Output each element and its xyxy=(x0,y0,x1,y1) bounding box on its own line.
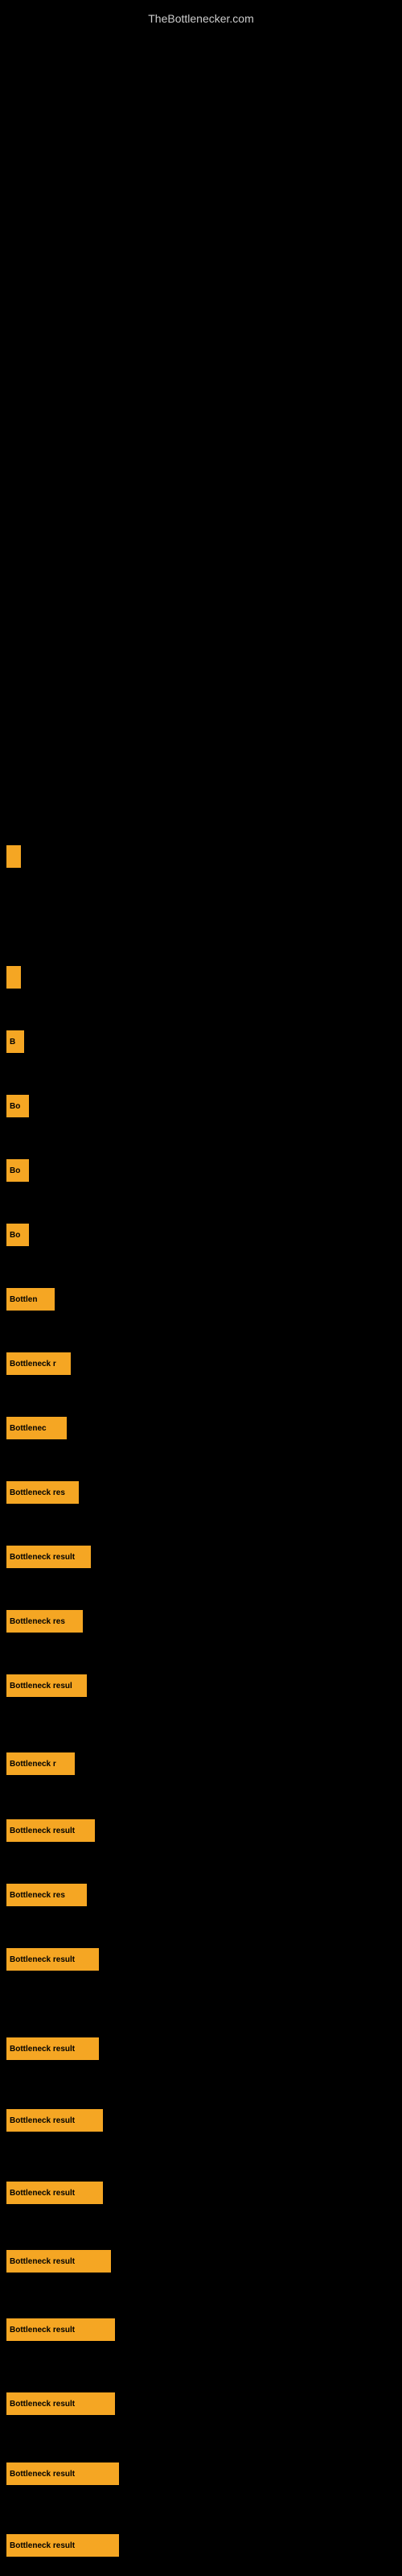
bottleneck-result-label: Bottleneck r xyxy=(10,1360,56,1368)
bottleneck-result-label: Bottleneck res xyxy=(10,1891,65,1900)
bottleneck-result-bar: Bottleneck result xyxy=(6,2534,119,2557)
bottleneck-result-label: Bottleneck result xyxy=(10,2541,75,2550)
bottleneck-result-label: Bottleneck result xyxy=(10,2326,75,2334)
bottleneck-result-label: Bottleneck result xyxy=(10,2045,75,2054)
bottleneck-result-bar: Bottleneck result xyxy=(6,1546,91,1568)
bottleneck-result-label: Bottleneck result xyxy=(10,2470,75,2479)
bottleneck-result-label: Bottleneck result xyxy=(10,2189,75,2198)
bottleneck-result-label: Bottleneck r xyxy=(10,1760,56,1769)
bottleneck-result-bar: Bottleneck result xyxy=(6,1948,99,1971)
bottleneck-result-label: Bo xyxy=(10,1102,20,1111)
bottleneck-result-label: Bo xyxy=(10,1166,20,1175)
bottleneck-result-label: Bottleneck res xyxy=(10,1617,65,1626)
bottleneck-result-label: Bo xyxy=(10,1231,20,1240)
bottleneck-result-label: Bottleneck result xyxy=(10,2400,75,2409)
bottleneck-result-bar: Bottleneck result xyxy=(6,2392,115,2415)
bottleneck-result-bar: Bottleneck result xyxy=(6,2037,99,2060)
bottleneck-result-bar: Bo xyxy=(6,1224,29,1246)
bottleneck-result-bar: Bottlen xyxy=(6,1288,55,1311)
bottleneck-result-bar: Bottleneck result xyxy=(6,2250,111,2273)
bottleneck-result-bar: Bottleneck res xyxy=(6,1610,83,1633)
bottleneck-result-bar: Bottleneck res xyxy=(6,1884,87,1906)
bottleneck-result-bar: Bottleneck result xyxy=(6,2462,119,2485)
bottleneck-result-bar: Bottlenec xyxy=(6,1417,67,1439)
bottleneck-result-bar: Bottleneck result xyxy=(6,2318,115,2341)
bottleneck-result-label: Bottleneck result xyxy=(10,1827,75,1835)
bottleneck-result-label: Bottleneck result xyxy=(10,2257,75,2266)
bottleneck-result-bar: Bottleneck resul xyxy=(6,1674,87,1697)
bottleneck-result-bar: Bottleneck r xyxy=(6,1352,71,1375)
site-title: TheBottlenecker.com xyxy=(148,4,254,29)
bottleneck-result-label: Bottlenec xyxy=(10,1424,47,1433)
bottleneck-result-label: B xyxy=(10,1038,15,1046)
bottleneck-result-bar: Bottleneck result xyxy=(6,1819,95,1842)
bottleneck-result-bar: Bottleneck result xyxy=(6,2182,103,2204)
bottleneck-result-bar: Bottleneck res xyxy=(6,1481,79,1504)
bottleneck-result-bar: Bottleneck r xyxy=(6,1752,75,1775)
bottleneck-result-label: Bottleneck result xyxy=(10,1955,75,1964)
bottleneck-result-bar: Bottleneck result xyxy=(6,2109,103,2132)
bottleneck-result-bar: B xyxy=(6,1030,24,1053)
bottleneck-result-bar xyxy=(6,845,21,868)
bottleneck-result-label: Bottlen xyxy=(10,1295,37,1304)
bottleneck-result-label: Bottleneck res xyxy=(10,1488,65,1497)
bottleneck-result-bar: Bo xyxy=(6,1095,29,1117)
bottleneck-result-label: Bottleneck result xyxy=(10,2116,75,2125)
bottleneck-result-bar xyxy=(6,966,21,989)
bottleneck-result-label: Bottleneck result xyxy=(10,1553,75,1562)
bottleneck-result-bar: Bo xyxy=(6,1159,29,1182)
bottleneck-result-label: Bottleneck resul xyxy=(10,1682,72,1690)
